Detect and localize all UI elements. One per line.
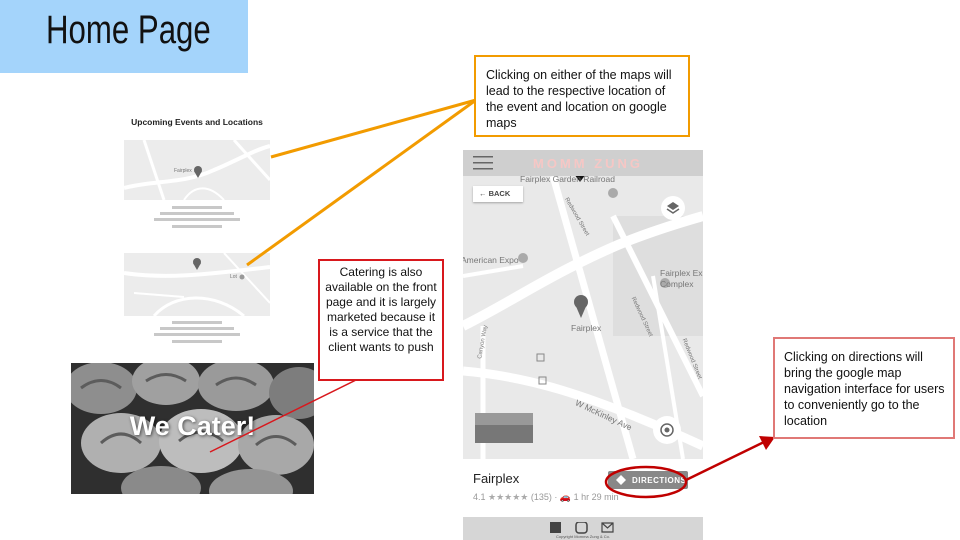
callout-line-map2 xyxy=(246,98,477,267)
directions-callout: Clicking on directions will bring the go… xyxy=(773,337,955,439)
callout-line-map1 xyxy=(270,98,477,159)
maps-callout: Clicking on either of the maps will lead… xyxy=(474,55,690,137)
directions-highlight-circle xyxy=(604,465,688,499)
callout-line-catering xyxy=(209,379,357,453)
directions-arrow-line xyxy=(685,440,765,482)
catering-callout: Catering is also available on the front … xyxy=(318,259,444,381)
